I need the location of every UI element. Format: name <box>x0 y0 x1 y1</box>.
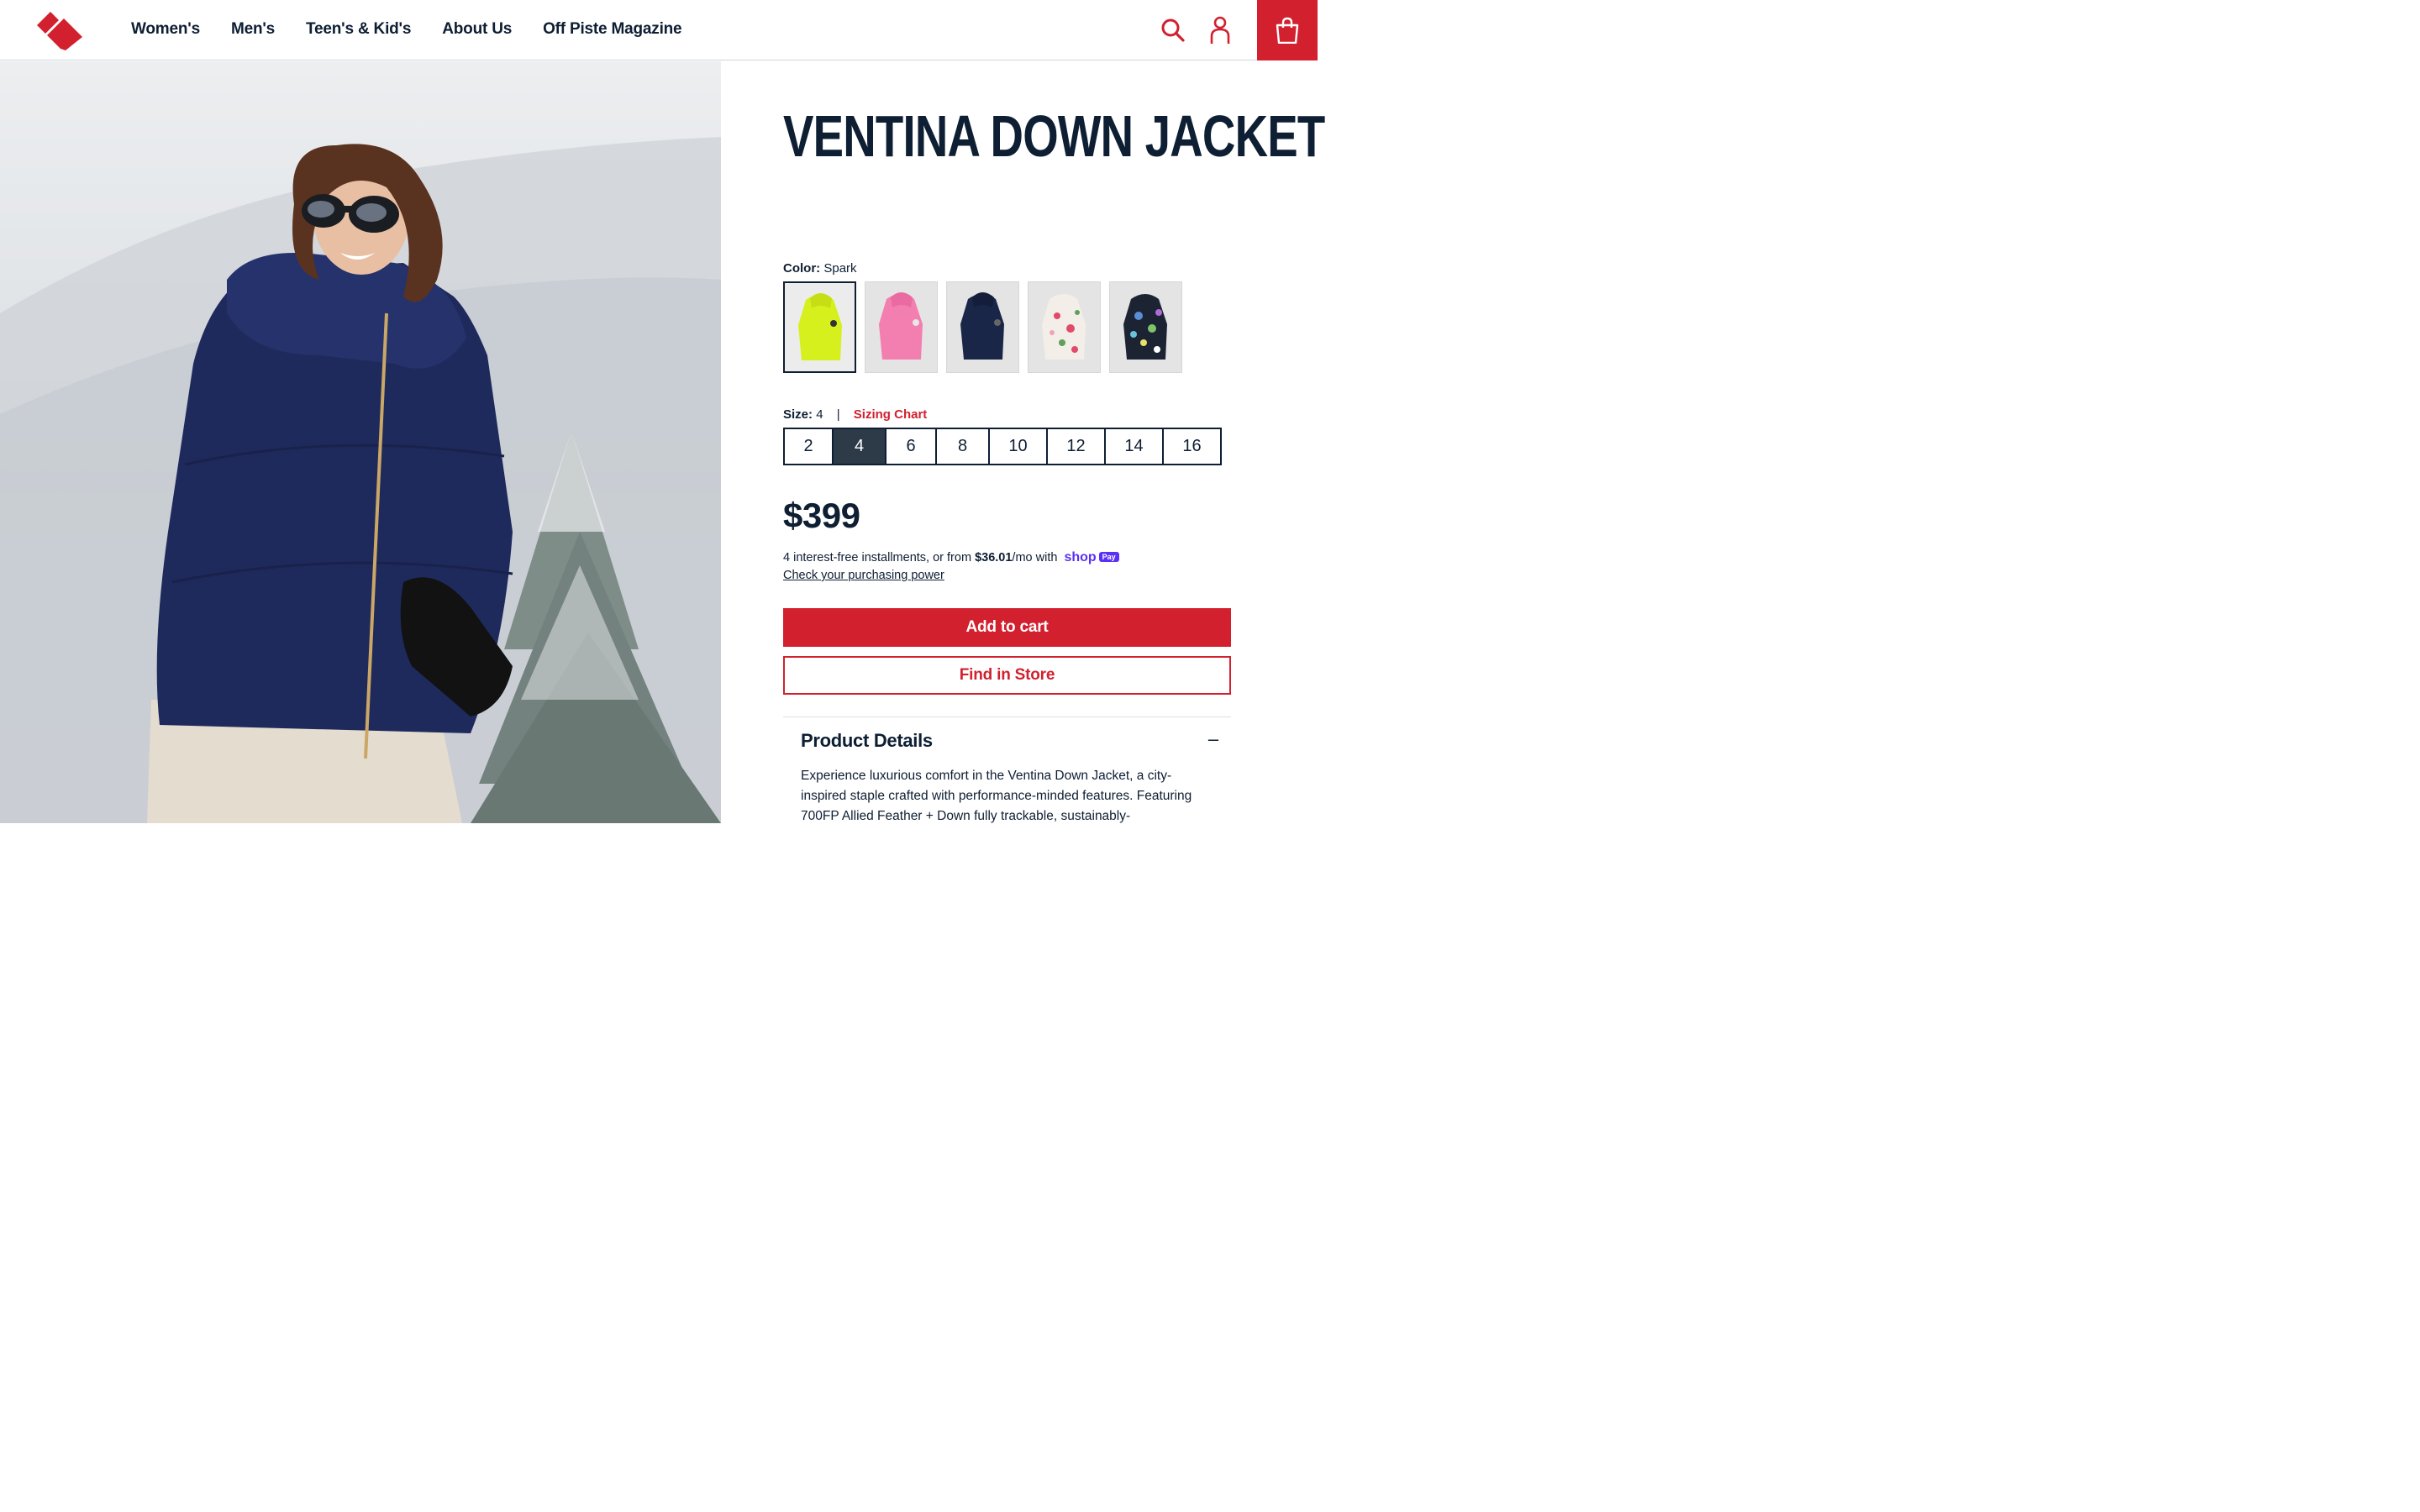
swatch-navy[interactable] <box>946 281 1019 373</box>
size-value: 4 <box>816 407 823 422</box>
nav-off-piste-magazine[interactable]: Off Piste Magazine <box>543 20 682 39</box>
model-photo <box>0 137 721 823</box>
size-option-8[interactable]: 8 <box>936 428 989 465</box>
cart-button[interactable] <box>1257 0 1318 60</box>
shop-pay-logo: shop <box>1064 550 1097 564</box>
product-details-text: Experience luxurious comfort in the Vent… <box>801 769 1192 823</box>
find-in-store-button[interactable]: Find in Store <box>783 656 1231 695</box>
search-icon <box>1161 18 1185 42</box>
installments-prefix: 4 interest-free installments, or from <box>783 551 976 564</box>
shopping-bag-icon <box>1276 17 1299 44</box>
nav-teens-kids[interactable]: Teen's & Kid's <box>306 20 411 39</box>
product-details-heading[interactable]: Product Details <box>801 730 933 752</box>
size-option-6[interactable]: 6 <box>886 428 936 465</box>
swatch-dark-floral[interactable] <box>1109 281 1182 373</box>
nav-about-us[interactable]: About Us <box>442 20 512 39</box>
installments-amount: $36.01 <box>975 551 1013 564</box>
size-label-key: Size: <box>783 407 813 422</box>
account-button[interactable] <box>1203 13 1237 47</box>
brand-logo[interactable] <box>35 10 84 50</box>
size-option-4[interactable]: 4 <box>833 428 886 465</box>
color-label-key: Color: <box>783 261 821 276</box>
color-value: Spark <box>823 261 857 276</box>
search-button[interactable] <box>1156 13 1190 47</box>
product-hero-image <box>0 61 721 823</box>
installments-info: 4 interest-free installments, or from $3… <box>783 550 1119 565</box>
size-option-10[interactable]: 10 <box>989 428 1047 465</box>
site-header: Women's Men's Teen's & Kid's About Us Of… <box>0 0 1318 60</box>
swatch-spark[interactable] <box>783 281 856 373</box>
size-option-12[interactable]: 12 <box>1047 428 1105 465</box>
size-option-14[interactable]: 14 <box>1105 428 1163 465</box>
installments-suffix: /mo with <box>1012 551 1058 564</box>
brand-logo-icon <box>37 12 82 50</box>
jacket-dark-floral-thumbnail <box>1123 294 1167 360</box>
jacket-spark-thumbnail <box>798 293 842 360</box>
add-to-cart-button[interactable]: Add to cart <box>783 608 1231 647</box>
swatch-pink[interactable] <box>865 281 938 373</box>
color-swatches <box>783 281 1182 373</box>
main-nav: Women's Men's Teen's & Kid's About Us Of… <box>131 20 713 39</box>
nav-womens[interactable]: Women's <box>131 20 200 39</box>
size-separator: | <box>836 407 840 422</box>
size-label: Size: 4 | Sizing Chart <box>783 407 927 422</box>
product-price: $399 <box>783 496 860 535</box>
size-option-2[interactable]: 2 <box>783 428 833 465</box>
jacket-navy-thumbnail <box>960 292 1004 360</box>
sizing-chart-link[interactable]: Sizing Chart <box>854 407 928 422</box>
size-option-16[interactable]: 16 <box>1163 428 1222 465</box>
nav-mens[interactable]: Men's <box>231 20 275 39</box>
color-label: Color: Spark <box>783 261 857 276</box>
swatch-white-floral[interactable] <box>1028 281 1101 373</box>
size-selector: 2 4 6 8 10 12 14 16 <box>783 428 1222 465</box>
product-title: VENTINA DOWN JACKET <box>783 103 1325 169</box>
collapse-details-toggle[interactable]: – <box>1203 727 1223 751</box>
account-icon <box>1210 16 1230 44</box>
jacket-white-floral-thumbnail <box>1042 294 1086 360</box>
shop-pay-badge: Pay <box>1098 552 1119 562</box>
purchasing-power-link[interactable]: Check your purchasing power <box>783 569 944 582</box>
jacket-pink-thumbnail <box>879 292 923 360</box>
